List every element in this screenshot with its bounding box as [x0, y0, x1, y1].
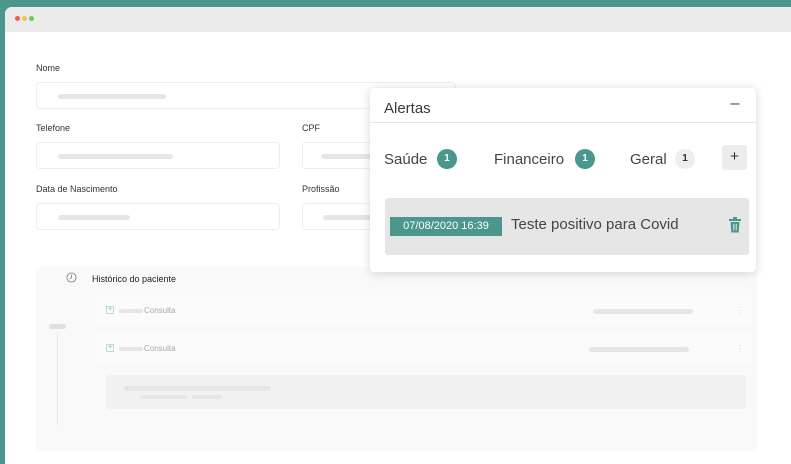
tab-saude[interactable]: Saúde 1 [384, 147, 460, 171]
entry-placeholder [119, 347, 143, 351]
history-entry[interactable]: + Consulta ⋮ [96, 296, 752, 326]
tab-financeiro[interactable]: Financeiro 1 [494, 147, 599, 171]
minimize-panel-button[interactable]: – [725, 95, 745, 117]
telefone-placeholder [58, 154, 173, 159]
close-window-button[interactable] [15, 16, 20, 21]
entry-placeholder [119, 309, 143, 313]
alerts-title: Alertas [384, 100, 431, 117]
entry-meta-placeholder [589, 347, 689, 352]
nascimento-placeholder [58, 215, 130, 220]
detail-placeholder [192, 395, 222, 399]
more-options-icon[interactable]: ⋮ [736, 306, 744, 315]
detail-placeholder [140, 395, 187, 399]
alert-text: Teste positivo para Covid [511, 216, 679, 233]
expand-plus-icon[interactable]: + [106, 306, 114, 314]
detail-placeholder [124, 386, 271, 391]
nascimento-label: Data de Nascimento [36, 184, 118, 194]
entry-meta-placeholder [593, 309, 693, 314]
patient-history-section: Histórico do paciente + Consulta ⋮ + Con… [36, 267, 757, 451]
timeline-line [57, 333, 58, 425]
nascimento-input[interactable] [36, 203, 280, 230]
tab-geral[interactable]: Geral 1 [630, 147, 698, 171]
entry-label: Consulta [144, 306, 176, 315]
add-alert-button[interactable]: + [722, 145, 747, 170]
entry-detail-card [106, 375, 746, 409]
more-options-icon[interactable]: ⋮ [736, 344, 744, 353]
title-bar [5, 7, 791, 32]
tab-label: Geral [630, 151, 667, 168]
cpf-label: CPF [302, 123, 320, 133]
alert-item[interactable]: 07/08/2020 16:39 Teste positivo para Cov… [385, 198, 749, 255]
history-title: Histórico do paciente [92, 274, 177, 284]
count-badge: 1 [575, 149, 595, 169]
profissao-label: Profissão [302, 184, 340, 194]
nome-label: Nome [36, 63, 61, 73]
alerts-panel: Alertas – Saúde 1 Financeiro 1 Geral 1 +… [370, 88, 756, 272]
timeline-marker [49, 324, 66, 329]
telefone-input[interactable] [36, 142, 280, 169]
minimize-window-button[interactable] [22, 16, 27, 21]
count-badge: 1 [675, 149, 695, 169]
clock-icon [66, 272, 77, 283]
count-badge: 1 [437, 149, 457, 169]
tab-label: Financeiro [494, 151, 565, 168]
alert-date-badge: 07/08/2020 16:39 [390, 217, 502, 236]
tab-label: Saúde [384, 151, 428, 168]
entry-label: Consulta [144, 344, 176, 353]
trash-icon[interactable] [728, 216, 742, 234]
nome-placeholder [58, 94, 166, 99]
panel-divider [370, 122, 756, 123]
maximize-window-button[interactable] [29, 16, 34, 21]
expand-plus-icon[interactable]: + [106, 344, 114, 352]
telefone-label: Telefone [36, 123, 71, 133]
history-entry[interactable]: + Consulta ⋮ [96, 334, 752, 364]
